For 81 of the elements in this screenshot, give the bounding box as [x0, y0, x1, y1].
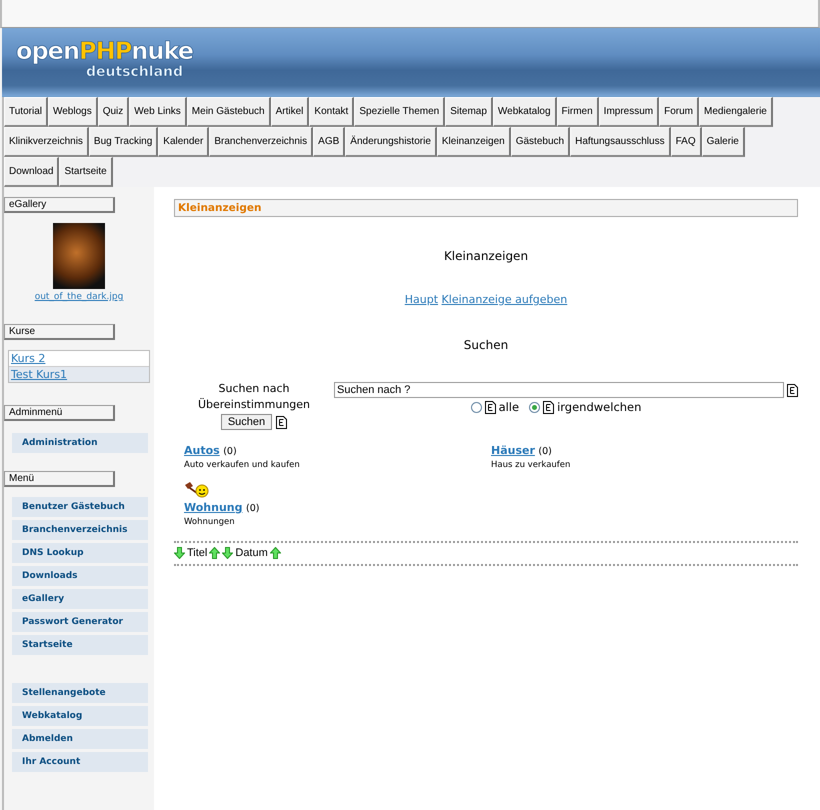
menu-item[interactable]: Ihr Account: [12, 752, 148, 772]
nav-tab[interactable]: Firmen: [556, 97, 599, 127]
search-field[interactable]: Suchen nach ?: [334, 382, 784, 398]
category-count: (0): [246, 503, 260, 514]
menu-item[interactable]: Abmelden: [12, 729, 148, 749]
option-label: irgendwelchen: [557, 400, 642, 414]
menu-item[interactable]: Stellenangebote: [12, 683, 148, 703]
nav-tab[interactable]: Sitemap: [445, 97, 493, 127]
menu-item[interactable]: Benutzer Gästebuch: [12, 497, 148, 517]
category-description: Auto verkaufen und kaufen: [184, 460, 300, 470]
gavel-smiley-icon: [184, 482, 210, 498]
nav-tab[interactable]: Kleinanzeigen: [436, 127, 511, 157]
category-description: Wohnungen: [184, 517, 235, 527]
nav-link[interactable]: Kleinanzeige aufgeben: [442, 293, 568, 306]
nav-tab[interactable]: Haftungsausschluss: [570, 127, 671, 157]
menu-item[interactable]: Administration: [12, 433, 148, 453]
menu-item[interactable]: Branchenverzeichnis: [12, 520, 148, 540]
nav-tab[interactable]: Bug Tracking: [88, 127, 158, 157]
menu-item[interactable]: Downloads: [12, 566, 148, 586]
nav-tab[interactable]: Web Links: [129, 97, 187, 127]
nav-tab[interactable]: Download: [4, 157, 60, 187]
nav-tab[interactable]: Kalender: [158, 127, 210, 157]
nav-tab[interactable]: Branchenverzeichnis: [209, 127, 314, 157]
nav-tab[interactable]: Tutorial: [4, 97, 48, 127]
block-header: Adminmenü: [4, 405, 115, 421]
nav-tab[interactable]: Mediengalerie: [699, 97, 773, 127]
menu-item[interactable]: Webkatalog: [12, 706, 148, 726]
nav-tab[interactable]: Kontakt: [309, 97, 354, 127]
category-description: Haus zu verkaufen: [491, 460, 570, 470]
sort-label: Datum: [235, 547, 268, 559]
image-link[interactable]: out_of_the_dark.jpg: [34, 292, 124, 302]
nav-tab[interactable]: Startseite: [59, 157, 113, 187]
nav-tab[interactable]: Impressum: [598, 97, 660, 127]
category-link[interactable]: Häuser: [491, 444, 535, 457]
document-icon[interactable]: [276, 416, 288, 428]
arrow-up-icon[interactable]: [270, 547, 281, 559]
radio-button[interactable]: [470, 402, 482, 412]
category-count: (0): [223, 446, 237, 457]
search-label: Suchen nach: [218, 382, 290, 395]
course-link[interactable]: Kurs 2: [9, 351, 149, 366]
document-icon[interactable]: [484, 400, 496, 414]
nav-link[interactable]: Haupt: [404, 293, 438, 306]
nav-tab[interactable]: Gästebuch: [510, 127, 570, 157]
nav-tab[interactable]: Weblogs: [48, 97, 98, 127]
option-label: alle: [498, 400, 520, 414]
nav-tab[interactable]: Mein Gästebuch: [186, 97, 271, 127]
document-icon[interactable]: [787, 384, 798, 396]
course-link[interactable]: Test Kurs1: [9, 366, 149, 382]
menu-item[interactable]: eGallery: [12, 589, 148, 609]
nav-tab[interactable]: AGB: [313, 127, 346, 157]
photo-placeholder[interactable]: [53, 223, 105, 289]
section-heading: Suchen: [462, 338, 510, 352]
nav-tab[interactable]: Artikel: [270, 97, 310, 127]
nav-tab[interactable]: Webkatalog: [492, 97, 557, 127]
nav-tab[interactable]: Spezielle Themen: [354, 97, 446, 127]
match-label: Übereinstimmungen: [198, 398, 310, 411]
menu-item[interactable]: Startseite: [12, 635, 148, 655]
box-title: Kleinanzeigen: [174, 199, 798, 217]
site-logo[interactable]: openPHPnuke deutschland: [16, 38, 194, 80]
block-header: eGallery: [4, 197, 115, 213]
document-icon[interactable]: [543, 400, 554, 414]
arrow-up-icon[interactable]: [209, 547, 220, 559]
radio-button[interactable]: [529, 402, 540, 412]
category-count: (0): [538, 446, 552, 457]
arrow-down-icon[interactable]: [174, 547, 185, 559]
menu-item[interactable]: DNS Lookup: [12, 543, 148, 563]
sort-label: Titel: [187, 547, 208, 559]
nav-tab[interactable]: Quiz: [98, 97, 130, 127]
arrow-down-icon[interactable]: [222, 547, 234, 559]
block-header: Menü: [4, 471, 115, 487]
nav-tab[interactable]: Klinikverzeichnis: [4, 127, 89, 157]
page-heading: Kleinanzeigen: [442, 249, 530, 263]
search-button[interactable]: Suchen: [220, 414, 272, 430]
block-header: Kurse: [4, 324, 115, 340]
nav-tab[interactable]: Forum: [659, 97, 700, 127]
nav-tab[interactable]: Galerie: [702, 127, 745, 157]
menu-item[interactable]: Passwort Generator: [12, 612, 148, 632]
nav-tab[interactable]: FAQ: [670, 127, 702, 157]
nav-tab[interactable]: Änderungshistorie: [345, 127, 437, 157]
category-link[interactable]: Wohnung: [184, 501, 242, 514]
category-link[interactable]: Autos: [184, 444, 220, 457]
